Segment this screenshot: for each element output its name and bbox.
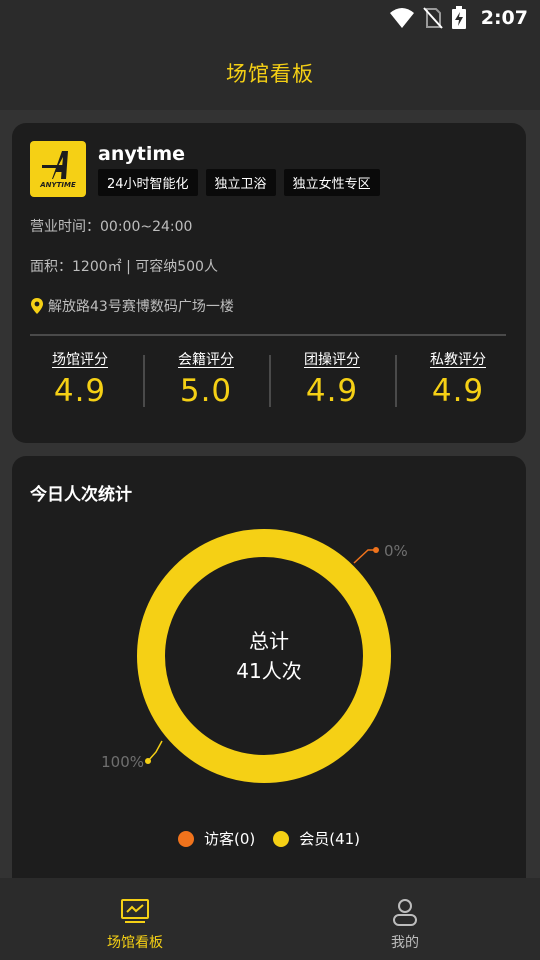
gym-tag: 独立卫浴 (205, 169, 276, 196)
leader-line-1 (147, 740, 163, 762)
gym-tags: 24小时智能化 独立卫浴 独立女性专区 (98, 169, 380, 196)
legend-item-visitor[interactable]: 访客(0) (177, 828, 256, 849)
gym-area: 面积：1200㎡ | 可容纳500人 (30, 259, 218, 275)
leader-line-0 (353, 549, 376, 564)
location-pin-icon (31, 298, 43, 314)
legend-dot (177, 830, 194, 847)
gym-tag: 24小时智能化 (98, 169, 198, 196)
divider (30, 334, 506, 336)
no-sim-icon (422, 7, 443, 29)
donut-slice-1[interactable] (137, 529, 391, 783)
percent-label-0: 0% (384, 542, 408, 560)
logo-a-mark (42, 151, 68, 179)
rating-value: 4.9 (53, 373, 107, 409)
wifi-icon (389, 8, 414, 28)
battery-charging-icon (451, 6, 466, 29)
rating-personal-training[interactable]: 私教评分 4.9 (395, 349, 521, 419)
ratings-row: 场馆评分 4.9 会籍评分 5.0 团操评分 4.9 私教评分 4.9 (17, 349, 521, 419)
gym-info-card: ANYTIME anytime 24小时智能化 独立卫浴 独立女性专区 营业时间… (12, 123, 526, 443)
donut-chart-svg: 0% 100% (101, 529, 408, 783)
status-time: 2:07 (480, 7, 528, 29)
dashboard-icon (121, 899, 149, 923)
logo-text: ANYTIME (40, 181, 76, 189)
gym-logo: ANYTIME (30, 141, 86, 197)
content-area[interactable]: ANYTIME anytime 24小时智能化 独立卫浴 独立女性专区 营业时间… (0, 110, 540, 878)
donut-chart: 0% 100% 总计 41人次 (12, 516, 526, 816)
chart-legend: 访客(0) 会员(41) (12, 828, 526, 849)
gym-tag: 独立女性专区 (283, 169, 380, 196)
status-bar: 2:07 (0, 0, 540, 36)
nav-item-dashboard[interactable]: 场馆看板 (0, 878, 270, 960)
rating-membership[interactable]: 会籍评分 5.0 (143, 349, 269, 419)
gym-address[interactable]: 解放路43号赛博数码广场一楼 (30, 296, 234, 316)
bottom-nav: 场馆看板 我的 (0, 878, 540, 960)
rating-value: 4.9 (431, 373, 485, 409)
rating-venue[interactable]: 场馆评分 4.9 (17, 349, 143, 419)
rating-label[interactable]: 会籍评分 (143, 349, 269, 369)
legend-dot (273, 830, 290, 847)
status-icons: 2:07 (389, 4, 528, 32)
page-title: 场馆看板 (226, 62, 314, 86)
percent-label-1: 100% (101, 753, 144, 771)
leader-dot-1 (145, 758, 151, 764)
rating-value: 4.9 (305, 373, 359, 409)
rating-label[interactable]: 场馆评分 (17, 349, 143, 369)
gym-name: anytime (98, 143, 186, 165)
gym-address-text: 解放路43号赛博数码广场一楼 (48, 299, 234, 315)
app-header: 场馆看板 (0, 36, 540, 110)
daily-stats-card: 今日人次统计 0% 100% 总计 41人次 访客(0) 会员(41) (12, 456, 526, 878)
business-hours: 营业时间：00:00~24:00 (30, 219, 193, 235)
user-icon (393, 899, 417, 926)
leader-dot-0 (373, 547, 379, 553)
rating-group-class[interactable]: 团操评分 4.9 (269, 349, 395, 419)
rating-label[interactable]: 私教评分 (395, 349, 521, 369)
legend-item-member[interactable]: 会员(41) (273, 828, 360, 849)
rating-value: 5.0 (179, 373, 233, 409)
legend-label: 会员(41) (299, 830, 361, 848)
nav-item-profile[interactable]: 我的 (270, 878, 540, 960)
rating-label[interactable]: 团操评分 (269, 349, 395, 369)
nav-label: 场馆看板 (107, 935, 163, 951)
legend-label: 访客(0) (203, 830, 256, 848)
nav-label: 我的 (391, 935, 419, 951)
stats-title: 今日人次统计 (30, 485, 132, 505)
